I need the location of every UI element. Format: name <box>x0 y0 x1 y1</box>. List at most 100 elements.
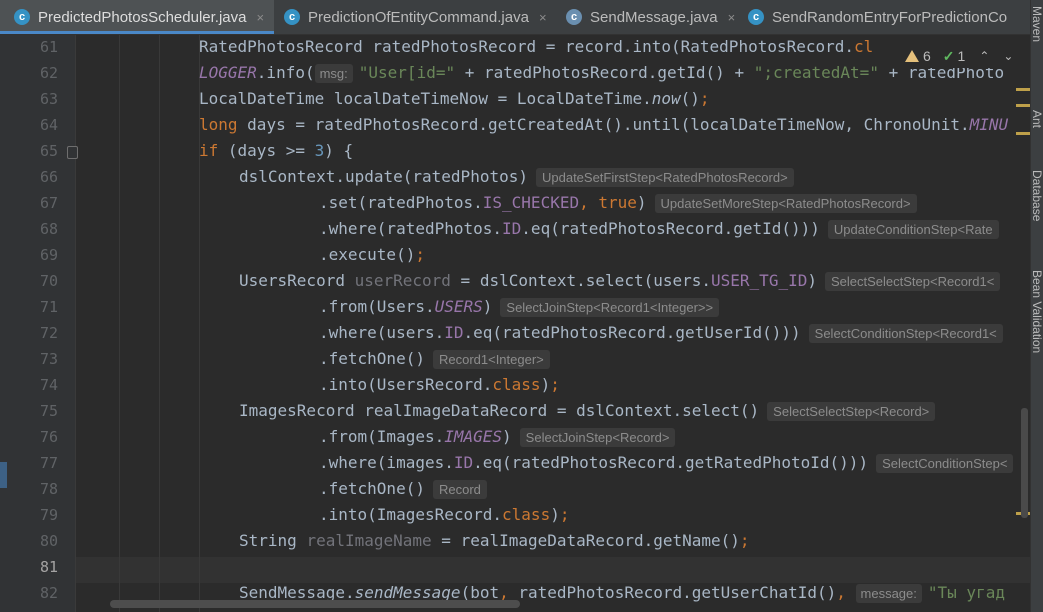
code-line[interactable]: LocalDateTime localDateTimeNow = LocalDa… <box>199 86 710 112</box>
line-number[interactable]: 81 <box>0 554 58 580</box>
line-number[interactable]: 66 <box>0 164 58 190</box>
code-token: USER_TG_ID <box>711 271 808 290</box>
line-number[interactable]: 79 <box>0 502 58 528</box>
code-line[interactable]: .fetchOne() Record <box>319 476 487 502</box>
code-editor[interactable]: RatedPhotosRecord ratedPhotosRecord = re… <box>76 35 1030 612</box>
code-token: MINU <box>969 115 1009 134</box>
tool-window-maven[interactable]: Maven <box>1031 6 1043 66</box>
vertical-scrollbar-thumb[interactable] <box>1021 408 1028 518</box>
code-line[interactable]: LOGGER.info(msg: "User[id=" + ratedPhotos… <box>199 60 1004 86</box>
code-token: "Ты угад <box>927 583 1005 602</box>
code-token: .execute() <box>319 245 416 264</box>
code-line[interactable]: .into(UsersRecord.class); <box>319 372 560 398</box>
line-number[interactable]: 76 <box>0 424 58 450</box>
horizontal-scrollbar-thumb[interactable] <box>110 600 520 608</box>
code-line[interactable]: .into(ImagesRecord.class); <box>319 502 569 528</box>
line-number[interactable]: 70 <box>0 268 58 294</box>
line-number[interactable]: 75 <box>0 398 58 424</box>
code-line[interactable]: dslContext.update(ratedPhotos) UpdateSetF… <box>239 164 794 190</box>
previous-highlight-icon[interactable]: ⌃ <box>979 49 989 63</box>
code-token: ) <box>540 375 551 394</box>
code-line[interactable]: .from(Users.USERS) SelectJoinStep<Record1… <box>319 294 720 320</box>
code-token: ID <box>453 453 474 472</box>
code-token: .eq(ratedPhotosRecord.getRatedPhotoId())… <box>473 453 869 472</box>
java-class-icon: c <box>748 9 764 25</box>
code-line[interactable]: String realImageName = realImageDataReco… <box>239 528 750 554</box>
tool-window-database[interactable]: Database <box>1031 170 1043 250</box>
code-token: ) <box>636 193 647 212</box>
line-number[interactable]: 67 <box>0 190 58 216</box>
type-hint: Record <box>432 480 487 499</box>
code-line[interactable]: long days = ratedPhotosRecord.getCreated… <box>199 112 1008 138</box>
code-token: if <box>199 141 228 160</box>
code-token: UsersRecord <box>239 271 355 290</box>
type-hint: Record1<Integer> <box>432 350 550 369</box>
check-icon: ✓ <box>942 47 955 64</box>
line-number[interactable]: 72 <box>0 320 58 346</box>
code-line[interactable]: ImagesRecord realImageDataRecord = dslCo… <box>239 398 936 424</box>
tab-predicted-photos-scheduler[interactable]: c PredictedPhotosScheduler.java × <box>0 0 274 34</box>
code-token: true <box>598 193 637 212</box>
code-line[interactable]: .where(ratedPhotos.ID.eq(ratedPhotosReco… <box>319 216 999 242</box>
line-number[interactable]: 77 <box>0 450 58 476</box>
tab-send-message[interactable]: c SendMessage.java × <box>556 0 738 34</box>
code-token: cl <box>854 37 874 56</box>
tab-prediction-of-entity-command[interactable]: c PredictionOfEntityCommand.java × <box>274 0 556 34</box>
code-line[interactable]: .fetchOne() Record1<Integer> <box>319 346 550 372</box>
warning-stripe[interactable] <box>1016 88 1030 91</box>
editor-tab-bar: c PredictedPhotosScheduler.java × c Pred… <box>0 0 1030 35</box>
code-token: userRecord <box>354 271 451 290</box>
code-line[interactable]: if (days >= 3) { <box>199 138 353 164</box>
line-number[interactable]: 68 <box>0 216 58 242</box>
warning-stripe[interactable] <box>1016 132 1030 135</box>
warning-stripe[interactable] <box>1016 104 1030 107</box>
code-token: "User[id=" <box>358 63 456 82</box>
line-number[interactable]: 61 <box>0 34 58 60</box>
tool-window-ant[interactable]: Ant <box>1031 110 1043 150</box>
tab-label: PredictionOfEntityCommand.java <box>308 8 529 26</box>
code-token: .where(images. <box>319 453 454 472</box>
code-line[interactable]: UsersRecord userRecord = dslContext.sele… <box>239 268 1001 294</box>
next-highlight-icon[interactable]: ⌄ <box>1003 49 1013 63</box>
line-number[interactable]: 63 <box>0 86 58 112</box>
tab-send-random-entry[interactable]: c SendRandomEntryForPredictionCo <box>738 0 1030 34</box>
code-token: .eq(ratedPhotosRecord.getUserId())) <box>463 323 801 342</box>
line-number[interactable]: 80 <box>0 528 58 554</box>
code-line[interactable]: .where(users.ID.eq(ratedPhotosRecord.get… <box>319 320 1003 346</box>
line-number[interactable]: 78 <box>0 476 58 502</box>
line-number[interactable]: 65 <box>0 138 58 164</box>
code-token: .fetchOne() <box>319 479 425 498</box>
code-token: ; <box>550 375 560 394</box>
code-token: ImagesRecord realImageDataRecord = dslCo… <box>239 401 760 420</box>
code-token: ) <box>550 505 560 524</box>
code-line[interactable]: .from(Images.IMAGES) SelectJoinStep<Recor… <box>319 424 676 450</box>
close-icon[interactable]: × <box>728 10 736 25</box>
code-line[interactable]: .where(images.ID.eq(ratedPhotosRecord.ge… <box>319 450 1014 476</box>
line-number[interactable]: 71 <box>0 294 58 320</box>
close-icon[interactable]: × <box>539 10 547 25</box>
code-token: ";createdAt=" <box>753 63 879 82</box>
code-token: LocalDateTime localDateTimeNow = LocalDa… <box>199 89 652 108</box>
line-number[interactable]: 62 <box>0 60 58 86</box>
line-number[interactable]: 73 <box>0 346 58 372</box>
code-token: = realImageDataRecord.getName() <box>431 531 740 550</box>
code-token: .into(UsersRecord. <box>319 375 493 394</box>
code-line[interactable]: RatedPhotosRecord ratedPhotosRecord = re… <box>199 35 873 60</box>
line-number[interactable]: 64 <box>0 112 58 138</box>
code-token: + ratedPhotosRecord.getId() + <box>455 63 754 82</box>
tool-window-bean-validation[interactable]: Bean Validation <box>1031 270 1043 380</box>
inspection-widget[interactable]: 6 ✓ 1 ⌃ ⌄ <box>905 44 1030 68</box>
code-token: ) { <box>324 141 354 160</box>
code-token: .from(Images. <box>319 427 445 446</box>
line-number[interactable]: 82 <box>0 580 58 606</box>
close-icon[interactable]: × <box>256 10 264 25</box>
code-token: ID <box>502 219 522 238</box>
code-token: class <box>502 505 551 524</box>
code-token: ratedPhotosRecord.getUserChatId() <box>518 583 837 602</box>
line-number[interactable]: 74 <box>0 372 58 398</box>
code-token: .set(ratedPhotos. <box>319 193 483 212</box>
code-line[interactable]: .set(ratedPhotos.IS_CHECKED, true) Update… <box>319 190 917 216</box>
code-line[interactable]: .execute(); <box>319 242 425 268</box>
type-hint: SelectSelectStep<Record1< <box>824 272 1001 291</box>
line-number[interactable]: 69 <box>0 242 58 268</box>
